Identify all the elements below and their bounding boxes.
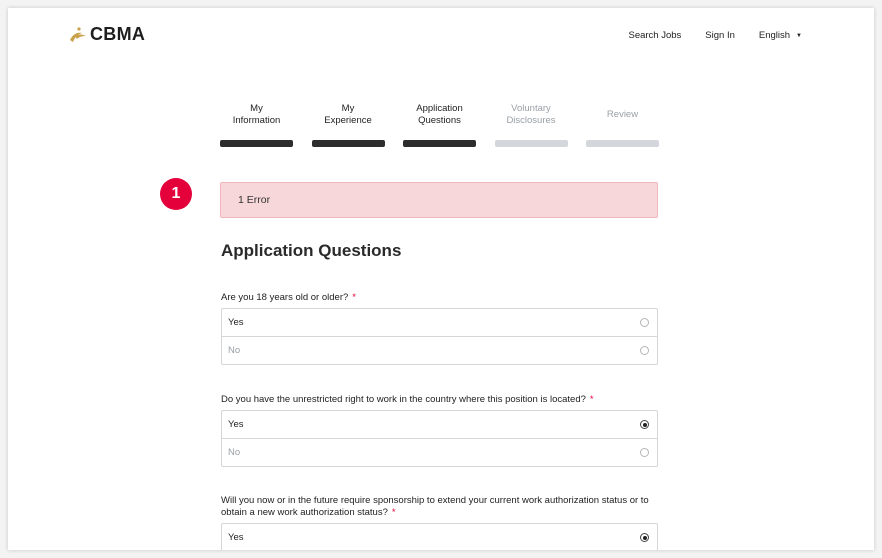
page-title: Application Questions xyxy=(221,241,402,260)
option-no[interactable]: No xyxy=(222,336,657,364)
option-yes[interactable]: Yes xyxy=(222,411,657,438)
error-message: 1 Error xyxy=(238,194,271,206)
radio-button[interactable] xyxy=(640,420,649,429)
radio-button[interactable] xyxy=(640,318,649,327)
cbma-logo[interactable]: CBMA xyxy=(68,24,145,45)
radio-button[interactable] xyxy=(640,448,649,457)
step-review: Review xyxy=(586,102,659,147)
question-sponsorship: Will you now or in the future require sp… xyxy=(221,495,658,550)
radio-button[interactable] xyxy=(640,346,649,355)
required-marker: * xyxy=(589,394,594,405)
question-label: Do you have the unrestricted right to wo… xyxy=(221,394,594,405)
radio-group: Yes No xyxy=(221,410,658,467)
required-marker: * xyxy=(352,292,356,303)
radio-group: Yes No xyxy=(221,308,658,365)
browser-page: CBMA Search Jobs Sign In English ▼ My In… xyxy=(8,8,874,550)
option-label: Yes xyxy=(228,419,244,430)
step-application-questions[interactable]: Application Questions xyxy=(403,102,476,147)
step-label: Application Questions xyxy=(416,103,463,126)
language-label: English xyxy=(758,30,791,41)
question-age: Are you 18 years old or older? * Yes No xyxy=(221,292,658,365)
option-yes[interactable]: Yes xyxy=(222,309,657,336)
option-label: No xyxy=(228,345,241,356)
option-label: Yes xyxy=(228,317,244,328)
sign-in-link[interactable]: Sign In xyxy=(705,30,735,41)
top-nav: Search Jobs Sign In English ▼ xyxy=(604,30,802,41)
option-label: Yes xyxy=(228,532,244,543)
question-right-to-work: Do you have the unrestricted right to wo… xyxy=(221,394,658,467)
caret-down-icon: ▼ xyxy=(796,32,802,39)
step-label: Voluntary Disclosures xyxy=(506,103,556,126)
step-progress-bar xyxy=(220,140,293,147)
step-label: My Experience xyxy=(324,103,372,126)
step-progress-bar xyxy=(494,140,568,147)
step-my-information[interactable]: My Information xyxy=(220,102,293,147)
step-label: My Information xyxy=(232,103,281,126)
error-summary[interactable]: 1 Error xyxy=(220,182,658,218)
search-jobs-link[interactable]: Search Jobs xyxy=(628,30,681,41)
step-voluntary-disclosures: Voluntary Disclosures xyxy=(494,102,568,147)
question-label: Will you now or in the future require sp… xyxy=(221,495,649,518)
option-label: No xyxy=(228,447,241,458)
step-progress-bar xyxy=(311,140,385,147)
swoosh-icon xyxy=(70,26,86,42)
option-yes[interactable]: Yes xyxy=(222,524,657,550)
error-count-badge: 1 xyxy=(160,178,192,210)
brand-name: CBMA xyxy=(90,24,146,44)
progress-steps: My Information My Experience Application… xyxy=(220,102,678,147)
step-progress-bar xyxy=(586,140,659,147)
step-my-experience[interactable]: My Experience xyxy=(311,102,385,147)
option-no[interactable]: No xyxy=(222,438,657,466)
language-selector[interactable]: English ▼ xyxy=(759,30,802,41)
required-marker: * xyxy=(391,507,396,518)
step-label: Review xyxy=(606,109,639,120)
radio-group: Yes xyxy=(221,523,658,550)
step-progress-bar xyxy=(403,140,476,147)
radio-button[interactable] xyxy=(640,533,649,542)
question-label: Are you 18 years old or older? * xyxy=(221,292,356,303)
